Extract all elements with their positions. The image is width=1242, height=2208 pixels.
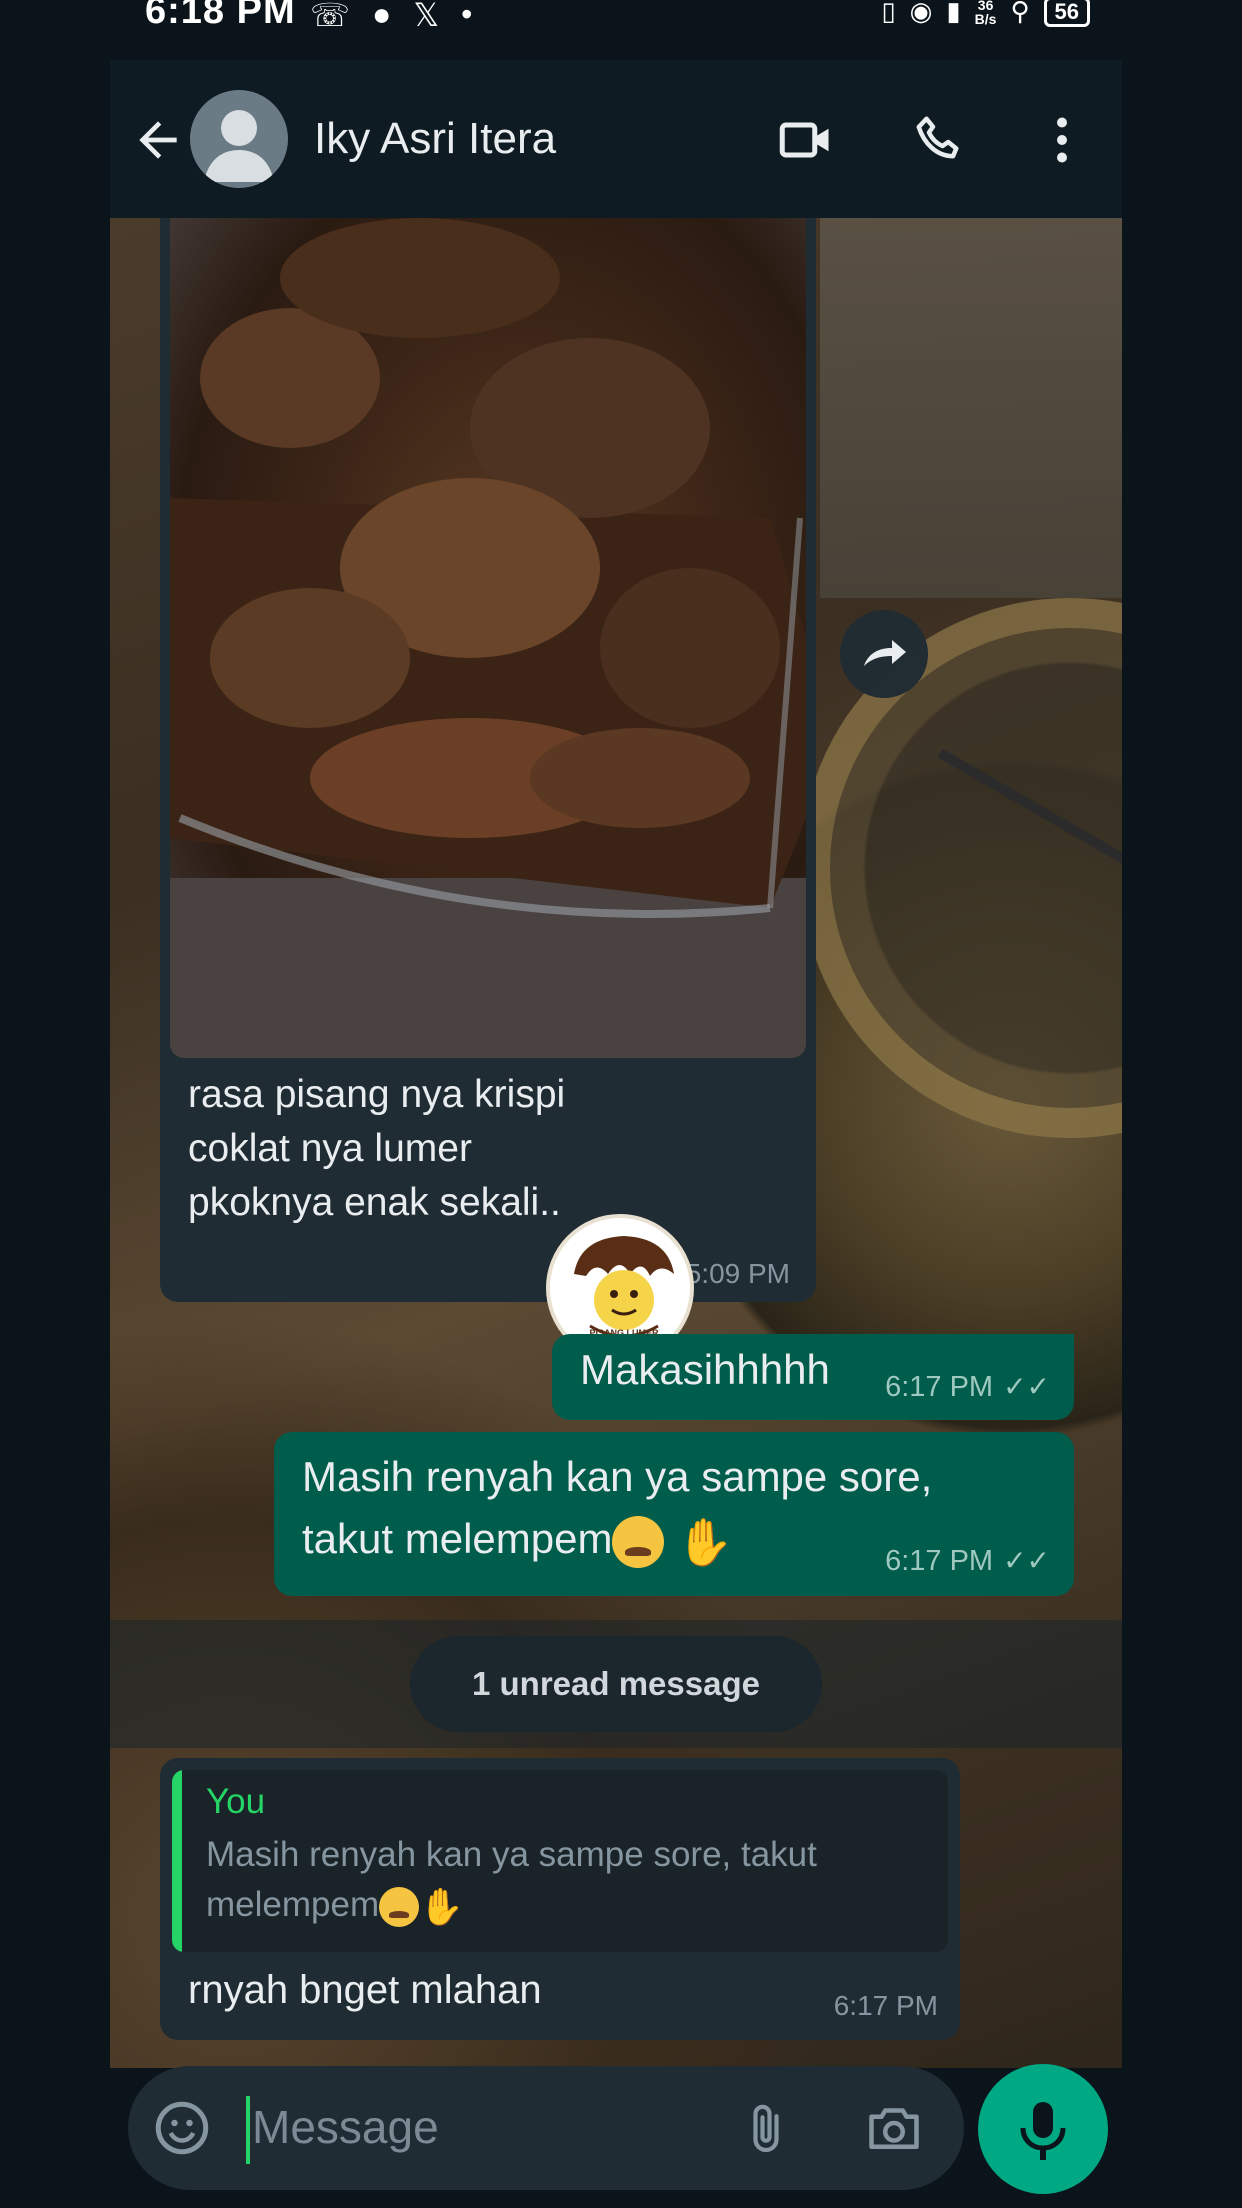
chat-header: Iky Asri Itera — [110, 60, 1122, 218]
chat-bubble-icon: ● — [372, 0, 392, 32]
food-photo[interactable] — [170, 218, 806, 1058]
outgoing-message[interactable]: Makasihhhhh 6:17 PM ✓✓ — [552, 1334, 1074, 1420]
attach-icon[interactable] — [738, 2096, 794, 2162]
quote-accent-bar — [172, 1770, 182, 1952]
back-arrow-icon[interactable] — [130, 112, 186, 168]
message-time: 6:17 PM — [885, 1371, 994, 1403]
banana-chips-image — [170, 218, 806, 1058]
wifi-icon: ◉ — [909, 0, 933, 26]
message-text: rnyah bnget mlahan — [188, 1968, 542, 2012]
video-call-icon[interactable] — [776, 110, 836, 170]
dot-icon: • — [461, 0, 473, 32]
more-options-icon[interactable] — [1032, 110, 1092, 170]
message-text: Masih renyah kan ya sampe sore, takut me… — [302, 1446, 932, 1573]
status-time: 6:18 PM — [145, 0, 296, 32]
default-avatar-icon — [204, 110, 274, 182]
outgoing-message[interactable]: Masih renyah kan ya sampe sore, takut me… — [274, 1432, 1074, 1596]
unread-message-divider: 1 unread message — [410, 1636, 822, 1732]
whatsapp-icon: ☏ — [310, 0, 351, 33]
folded-hands-emoji-icon: ✋ — [419, 1885, 464, 1927]
contact-name[interactable]: Iky Asri Itera — [314, 114, 556, 164]
net-speed: 36 B/s — [975, 0, 997, 26]
photo-caption: rasa pisang nya krispi coklat nya lumer … — [188, 1073, 566, 1224]
incoming-reply-message[interactable]: You Masih renyah kan ya sampe sore, taku… — [160, 1758, 960, 2040]
message-time: 5:09 PM — [685, 1258, 790, 1289]
crying-face-emoji-icon — [612, 1515, 665, 1568]
crying-face-emoji-icon — [379, 1886, 420, 1927]
x-app-icon: 𝕏 — [413, 0, 440, 33]
microphone-icon — [1020, 2102, 1066, 2160]
quote-text-content: Masih renyah kan ya sampe sore, takut me… — [206, 1835, 817, 1924]
quote-author: You — [206, 1782, 266, 1821]
voice-record-button[interactable] — [978, 2064, 1108, 2194]
signal-icon: ▮ — [946, 0, 961, 26]
flask-icon: ⚲ — [1010, 0, 1030, 26]
read-receipt-icon: ✓✓ — [1003, 1371, 1050, 1402]
chat-area[interactable]: rasa pisang nya krispi coklat nya lumer … — [110, 218, 1122, 2068]
message-meta: 6:17 PM ✓✓ — [885, 1544, 1050, 1578]
camera-icon[interactable] — [862, 2098, 926, 2158]
incoming-photo-message[interactable]: rasa pisang nya krispi coklat nya lumer … — [160, 218, 816, 1302]
net-speed-unit: B/s — [974, 10, 997, 27]
read-receipt-icon: ✓✓ — [1003, 1545, 1050, 1576]
avatar[interactable] — [190, 90, 288, 188]
status-bar: 6:18 PM ☏ ● 𝕏 • ▯ ◉ ▮ 36 B/s ⚲ 56 — [0, 0, 1242, 38]
system-icons: ▯ ◉ ▮ 36 B/s ⚲ 56 — [881, 0, 1090, 27]
folded-hands-emoji-icon: ✋ — [676, 1515, 734, 1568]
message-meta: 6:17 PM ✓✓ — [885, 1370, 1050, 1404]
text-cursor — [246, 2096, 250, 2164]
vibrate-icon: ▯ — [881, 0, 896, 26]
message-time: 6:17 PM — [833, 1990, 938, 2021]
message-time: 6:17 PM — [885, 1545, 994, 1577]
voice-call-icon[interactable] — [910, 110, 970, 170]
forward-icon[interactable] — [840, 610, 928, 698]
emoji-icon[interactable] — [152, 2098, 212, 2158]
battery-icon: 56 — [1043, 0, 1090, 27]
message-composer[interactable]: Message — [128, 2066, 964, 2190]
message-text: Makasihhhhh — [580, 1346, 830, 1393]
quoted-message[interactable]: You Masih renyah kan ya sampe sore, taku… — [172, 1770, 948, 1952]
message-input[interactable]: Message — [252, 2100, 439, 2154]
quote-text: Masih renyah kan ya sampe sore, takut me… — [206, 1830, 926, 1932]
notification-icons: ☏ ● 𝕏 • — [310, 0, 472, 34]
wallpaper-paper — [820, 218, 1122, 598]
